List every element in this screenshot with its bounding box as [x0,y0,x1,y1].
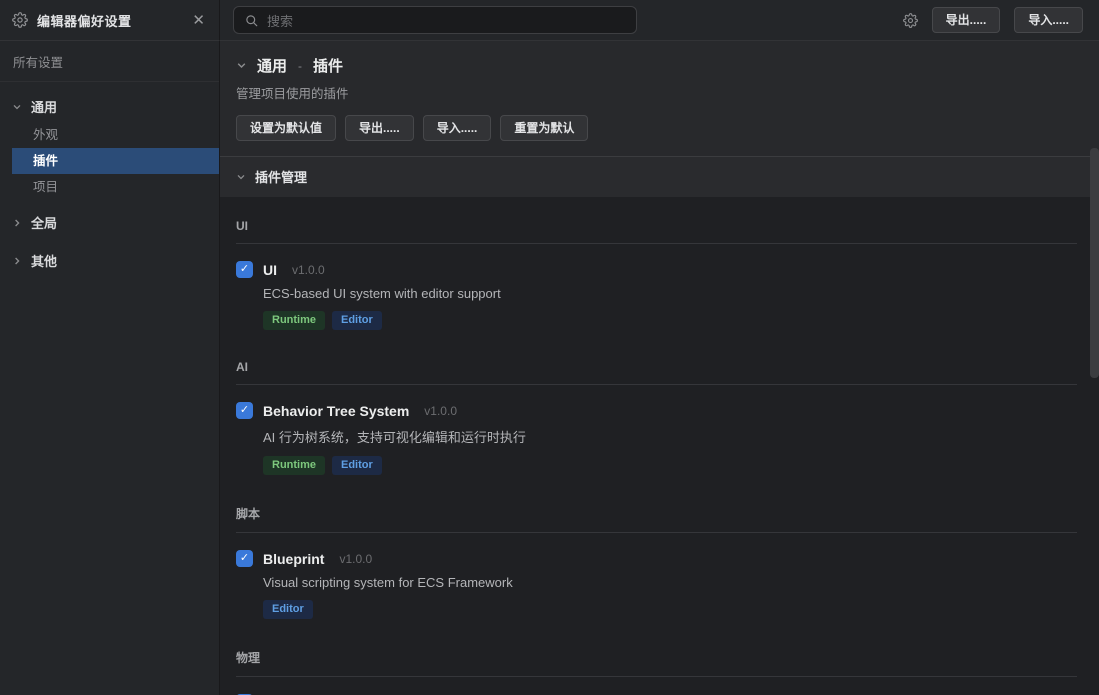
chevron-down-icon [12,102,22,112]
editor-badge: Editor [332,456,382,475]
import-button[interactable]: 导入..... [1014,7,1083,33]
chevron-right-icon [12,218,22,228]
category-divider [236,676,1077,677]
plugin-name: UI [263,262,277,278]
plugin-version: v1.0.0 [339,552,372,566]
page-header: 通用 - 插件 管理项目使用的插件 设置为默认值 导出..... 导入.....… [220,41,1099,156]
breadcrumb-group: 通用 [257,55,287,76]
category-divider [236,384,1077,385]
search-input[interactable]: 搜索 [233,6,637,34]
category-label: 脚本 [236,505,1077,522]
runtime-badge: Runtime [263,311,325,330]
dialog-title: 编辑器偏好设置 [37,11,181,30]
plugin-version: v1.0.0 [424,404,457,418]
plugin-list: UI ✓ UI v1.0.0 ECS-based UI system with … [220,197,1099,695]
plugin-item-ui: ✓ UI v1.0.0 ECS-based UI system with edi… [236,261,1077,344]
checkmark-icon: ✓ [240,553,249,564]
settings-sidebar: 所有设置 通用 外观 插件 项目 全局 [0,41,220,695]
sidebar-group-label: 通用 [31,97,57,116]
sidebar-group-general: 通用 外观 插件 项目 [0,91,219,200]
checkmark-icon: ✓ [240,264,249,275]
topbar-actions: 导出..... 导入..... [903,7,1083,33]
sidebar-item-project[interactable]: 项目 [12,174,219,200]
chevron-down-icon [236,172,246,182]
chevron-right-icon [12,256,22,266]
plugin-name: Behavior Tree System [263,403,409,419]
page-actions: 设置为默认值 导出..... 导入..... 重置为默认 [236,115,1083,141]
settings-gear-icon[interactable] [903,13,918,28]
main-panel: 通用 - 插件 管理项目使用的插件 设置为默认值 导出..... 导入.....… [220,41,1099,695]
breadcrumb: 通用 - 插件 [236,55,1083,76]
search-placeholder: 搜索 [267,11,293,30]
section-title: 插件管理 [255,167,307,186]
runtime-badge: Runtime [263,456,325,475]
category-divider [236,243,1077,244]
plugin-item-blueprint: ✓ Blueprint v1.0.0 Visual scripting syst… [236,550,1077,633]
section-header-plugin-management[interactable]: 插件管理 [220,156,1099,197]
plugin-badges: Editor [263,600,1077,619]
editor-badge: Editor [263,600,313,619]
plugin-category-ai: AI ✓ Behavior Tree System v1.0.0 AI 行为树系… [236,360,1077,489]
preferences-dialog: 编辑器偏好设置 ✕ 搜索 导出..... 导入..... 所有设置 [0,0,1099,695]
category-label: UI [236,219,1077,233]
chevron-down-icon[interactable] [236,60,247,71]
plugin-version: v1.0.0 [292,263,325,277]
close-icon[interactable]: ✕ [190,11,207,30]
sidebar-item-all-settings[interactable]: 所有设置 [0,41,219,82]
plugin-enabled-checkbox[interactable]: ✓ [236,550,253,567]
plugin-header: ✓ Behavior Tree System v1.0.0 [236,402,1077,419]
set-as-default-button[interactable]: 设置为默认值 [236,115,336,141]
plugin-description: ECS-based UI system with editor support [263,286,1077,301]
export-button[interactable]: 导出..... [932,7,1001,33]
sidebar-group-other: 其他 [0,245,219,276]
plugin-badges: Runtime Editor [263,456,1077,475]
dialog-titlebar: 编辑器偏好设置 ✕ [0,0,220,41]
gear-icon [12,12,28,28]
page-subtitle: 管理项目使用的插件 [236,83,1083,102]
sidebar-item-plugins[interactable]: 插件 [12,148,219,174]
plugin-category-script: 脚本 ✓ Blueprint v1.0.0 Visual scripting s… [236,505,1077,633]
category-label: 物理 [236,649,1077,666]
plugin-badges: Runtime Editor [263,311,1077,330]
editor-badge: Editor [332,311,382,330]
plugin-description: AI 行为树系统，支持可视化编辑和运行时执行 [263,427,1077,446]
category-divider [236,532,1077,533]
plugin-enabled-checkbox[interactable]: ✓ [236,261,253,278]
topbar: 搜索 导出..... 导入..... [220,0,1099,41]
import-settings-button[interactable]: 导入..... [423,115,492,141]
checkmark-icon: ✓ [240,405,249,416]
category-label: AI [236,360,1077,374]
plugin-description: Visual scripting system for ECS Framewor… [263,575,1077,590]
page-title: 插件 [313,55,343,76]
search-icon [244,13,259,28]
plugin-name: Blueprint [263,551,324,567]
sidebar-group-label: 全局 [31,213,57,232]
plugin-item-behavior-tree: ✓ Behavior Tree System v1.0.0 AI 行为树系统，支… [236,402,1077,489]
sidebar-group-header-global[interactable]: 全局 [0,207,219,238]
plugin-category-ui: UI ✓ UI v1.0.0 ECS-based UI system with … [236,219,1077,344]
plugin-category-physics: 物理 ✓ Physics 2D v1.0.0 Deterministic 2D … [236,649,1077,695]
breadcrumb-separator: - [298,59,302,73]
plugin-enabled-checkbox[interactable]: ✓ [236,402,253,419]
export-settings-button[interactable]: 导出..... [345,115,414,141]
sidebar-group-header-other[interactable]: 其他 [0,245,219,276]
settings-tree: 通用 外观 插件 项目 全局 其他 [0,82,219,276]
sidebar-group-header-general[interactable]: 通用 [0,91,219,122]
sidebar-group-label: 其他 [31,251,57,270]
sidebar-item-appearance[interactable]: 外观 [12,122,219,148]
reset-to-default-button[interactable]: 重置为默认 [500,115,588,141]
vertical-scrollbar-thumb[interactable] [1090,148,1099,378]
plugin-header: ✓ UI v1.0.0 [236,261,1077,278]
sidebar-group-global: 全局 [0,207,219,238]
plugin-header: ✓ Blueprint v1.0.0 [236,550,1077,567]
